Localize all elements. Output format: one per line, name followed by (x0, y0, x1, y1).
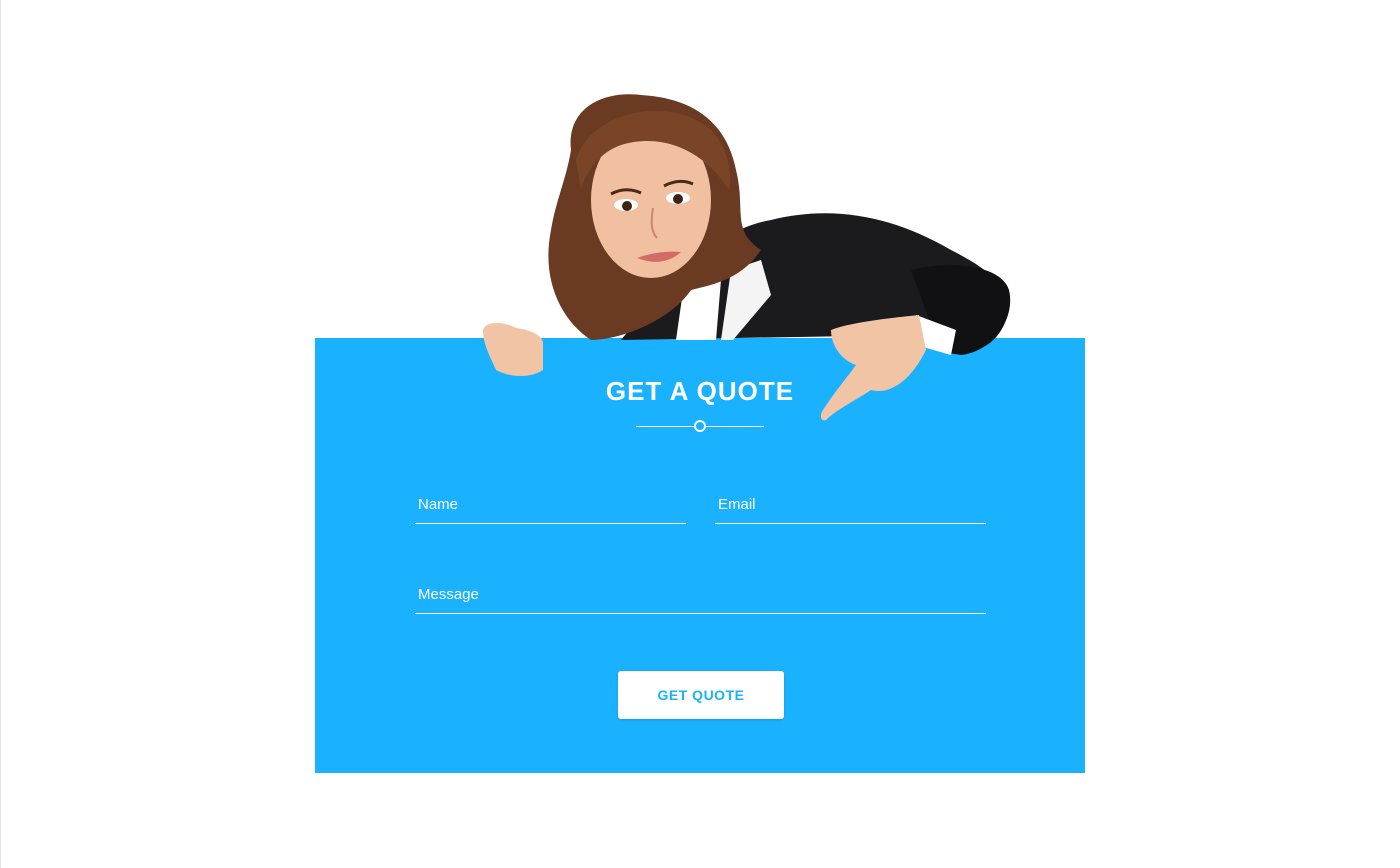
quote-panel: GET A QUOTE GET QUOTE (315, 338, 1085, 773)
title-divider (636, 419, 764, 433)
get-quote-button[interactable]: GET QUOTE (618, 671, 784, 719)
name-field (415, 486, 686, 524)
message-field (415, 576, 986, 614)
divider-circle-icon (694, 420, 706, 432)
quote-title: GET A QUOTE (605, 376, 795, 406)
divider-line-right (706, 426, 764, 427)
email-field (715, 486, 986, 524)
page: GET A QUOTE GET QUOTE (0, 0, 1400, 868)
message-input[interactable] (415, 576, 986, 612)
email-input[interactable] (715, 486, 986, 522)
divider-line-left (636, 426, 694, 427)
name-input[interactable] (415, 486, 686, 522)
